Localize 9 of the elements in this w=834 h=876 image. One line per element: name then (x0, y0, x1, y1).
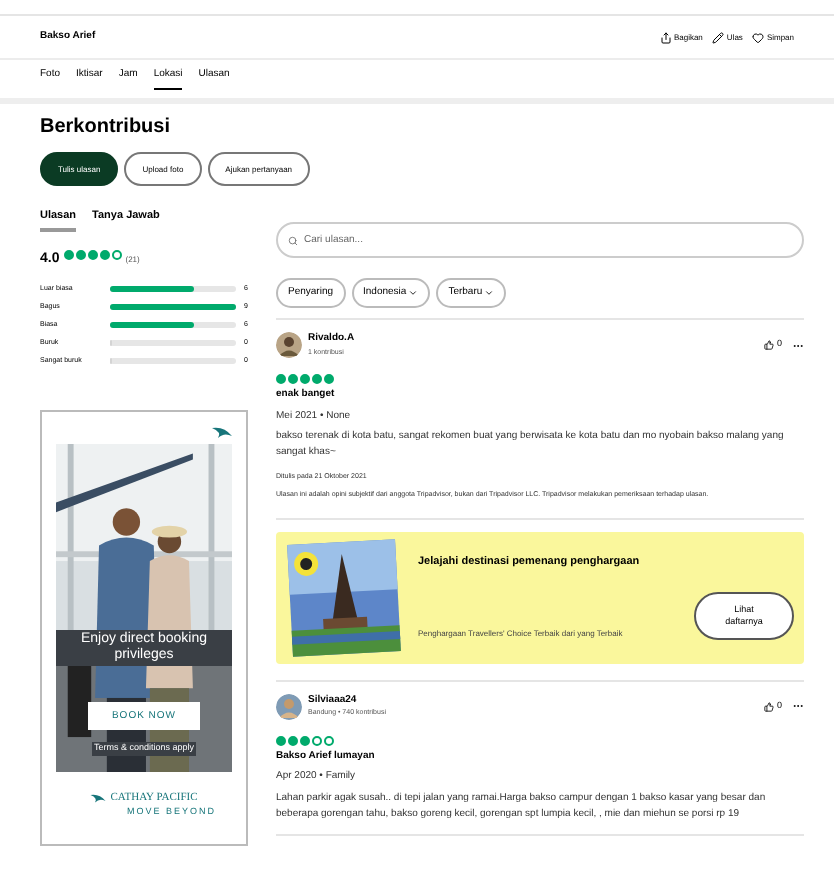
pencil-icon (712, 31, 725, 43)
search-icon (288, 235, 298, 245)
heart-icon (752, 31, 765, 43)
section-heading: Berkontribusi (40, 114, 173, 142)
share-icon (659, 31, 672, 43)
bird-logo-icon (90, 792, 107, 805)
avatar (276, 332, 302, 358)
bird-logo-icon (212, 424, 232, 440)
avatar (276, 693, 302, 719)
